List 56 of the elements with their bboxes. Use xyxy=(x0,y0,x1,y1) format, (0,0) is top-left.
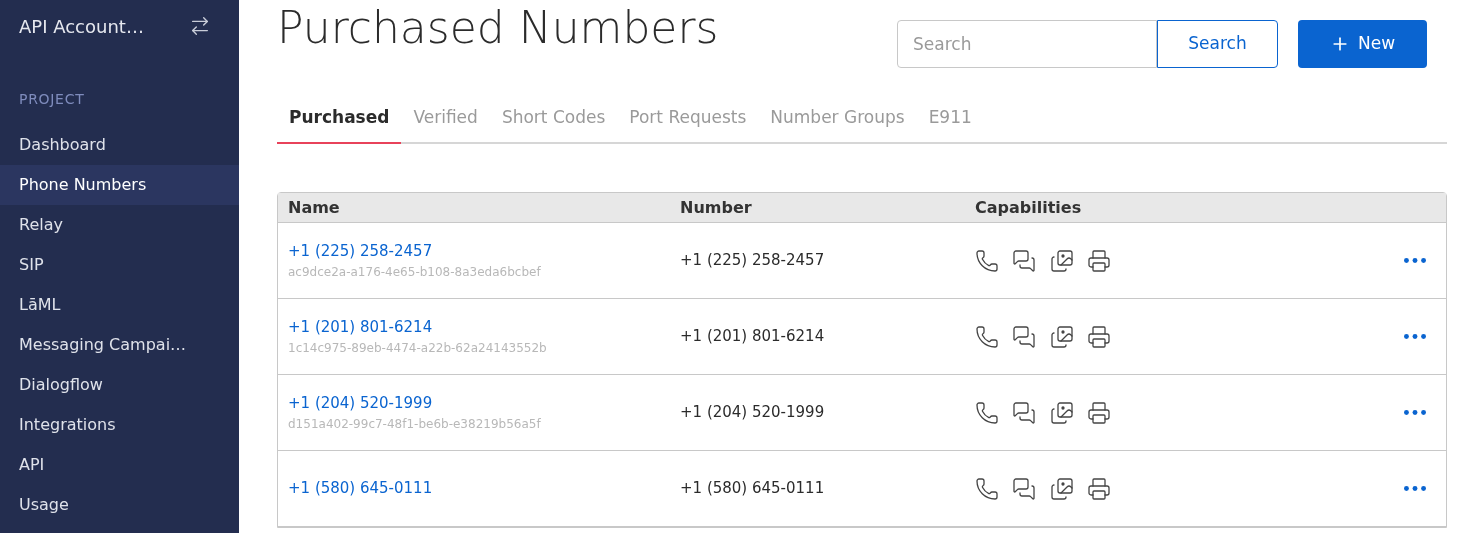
fax-icon xyxy=(1087,476,1111,501)
chat-icon xyxy=(1011,400,1037,425)
switch-icon[interactable] xyxy=(189,15,211,37)
tab[interactable]: Purchased xyxy=(277,104,402,144)
chat-icon xyxy=(1011,248,1037,273)
sidebar-item[interactable]: SIP xyxy=(0,245,239,285)
more-icon xyxy=(1404,486,1426,491)
number-id: ac9dce2a-a176-4e65-b108-8a3eda6bcbef xyxy=(288,263,542,281)
more-icon xyxy=(1404,258,1426,263)
page-title: Purchased Numbers xyxy=(277,6,719,50)
fax-icon xyxy=(1087,248,1111,273)
image-icon xyxy=(1049,324,1075,349)
more-icon xyxy=(1404,410,1426,415)
fax-icon xyxy=(1087,400,1111,425)
search-button[interactable]: Search xyxy=(1157,20,1278,68)
table-cell-text: +1 (201) 801-6214 xyxy=(680,326,826,348)
sidebar-item[interactable]: Usage xyxy=(0,485,239,525)
more-button[interactable] xyxy=(1404,486,1426,491)
sidebar-item[interactable]: Dashboard xyxy=(0,125,239,165)
sidebar-item[interactable]: Messaging Campai… xyxy=(0,325,239,365)
more-button[interactable] xyxy=(1404,410,1426,415)
table-cell-text: +1 (580) 645-0111 xyxy=(680,478,826,500)
number-id: 1c14c975-89eb-4474-a22b-62a24143552b xyxy=(288,339,548,357)
chat-icon xyxy=(1011,324,1037,349)
image-icon xyxy=(1049,400,1075,425)
number-link[interactable]: +1 (204) 520-1999 xyxy=(288,392,433,415)
column-header: Name xyxy=(288,196,341,219)
phone-icon xyxy=(975,248,999,273)
chat-icon xyxy=(1011,476,1037,501)
more-button[interactable] xyxy=(1404,334,1426,339)
column-header: Capabilities xyxy=(975,196,1083,219)
sidebar-item[interactable]: API xyxy=(0,445,239,485)
sidebar-item[interactable]: Relay xyxy=(0,205,239,245)
sidebar-item[interactable]: Dialogflow xyxy=(0,365,239,405)
table-cell-text: +1 (225) 258-2457 xyxy=(680,250,826,272)
sidebar-item[interactable]: Phone Numbers xyxy=(0,165,239,205)
more-button[interactable] xyxy=(1404,258,1426,263)
image-icon xyxy=(1049,476,1075,501)
sidebar-item[interactable]: LāML xyxy=(0,285,239,325)
phone-icon xyxy=(975,400,999,425)
number-id: d151a402-99c7-48f1-be6b-e38219b56a5f xyxy=(288,415,542,433)
new-button[interactable]: New xyxy=(1298,20,1427,68)
image-icon xyxy=(1049,248,1075,273)
sidebar-item[interactable]: Integrations xyxy=(0,405,239,445)
number-link[interactable]: +1 (225) 258-2457 xyxy=(288,240,433,263)
table-cell-text: +1 (204) 520-1999 xyxy=(680,402,826,424)
fax-icon xyxy=(1087,324,1111,349)
section-label: PROJECT xyxy=(18,90,86,109)
search-field[interactable]: Search xyxy=(897,20,1157,68)
number-link[interactable]: +1 (201) 801-6214 xyxy=(288,316,433,339)
phone-icon xyxy=(975,476,999,501)
phone-icon xyxy=(975,324,999,349)
number-link[interactable]: +1 (580) 645-0111 xyxy=(288,477,433,500)
more-icon xyxy=(1404,334,1426,339)
account-name[interactable]: API Account… xyxy=(19,12,144,40)
column-header: Number xyxy=(680,196,753,219)
